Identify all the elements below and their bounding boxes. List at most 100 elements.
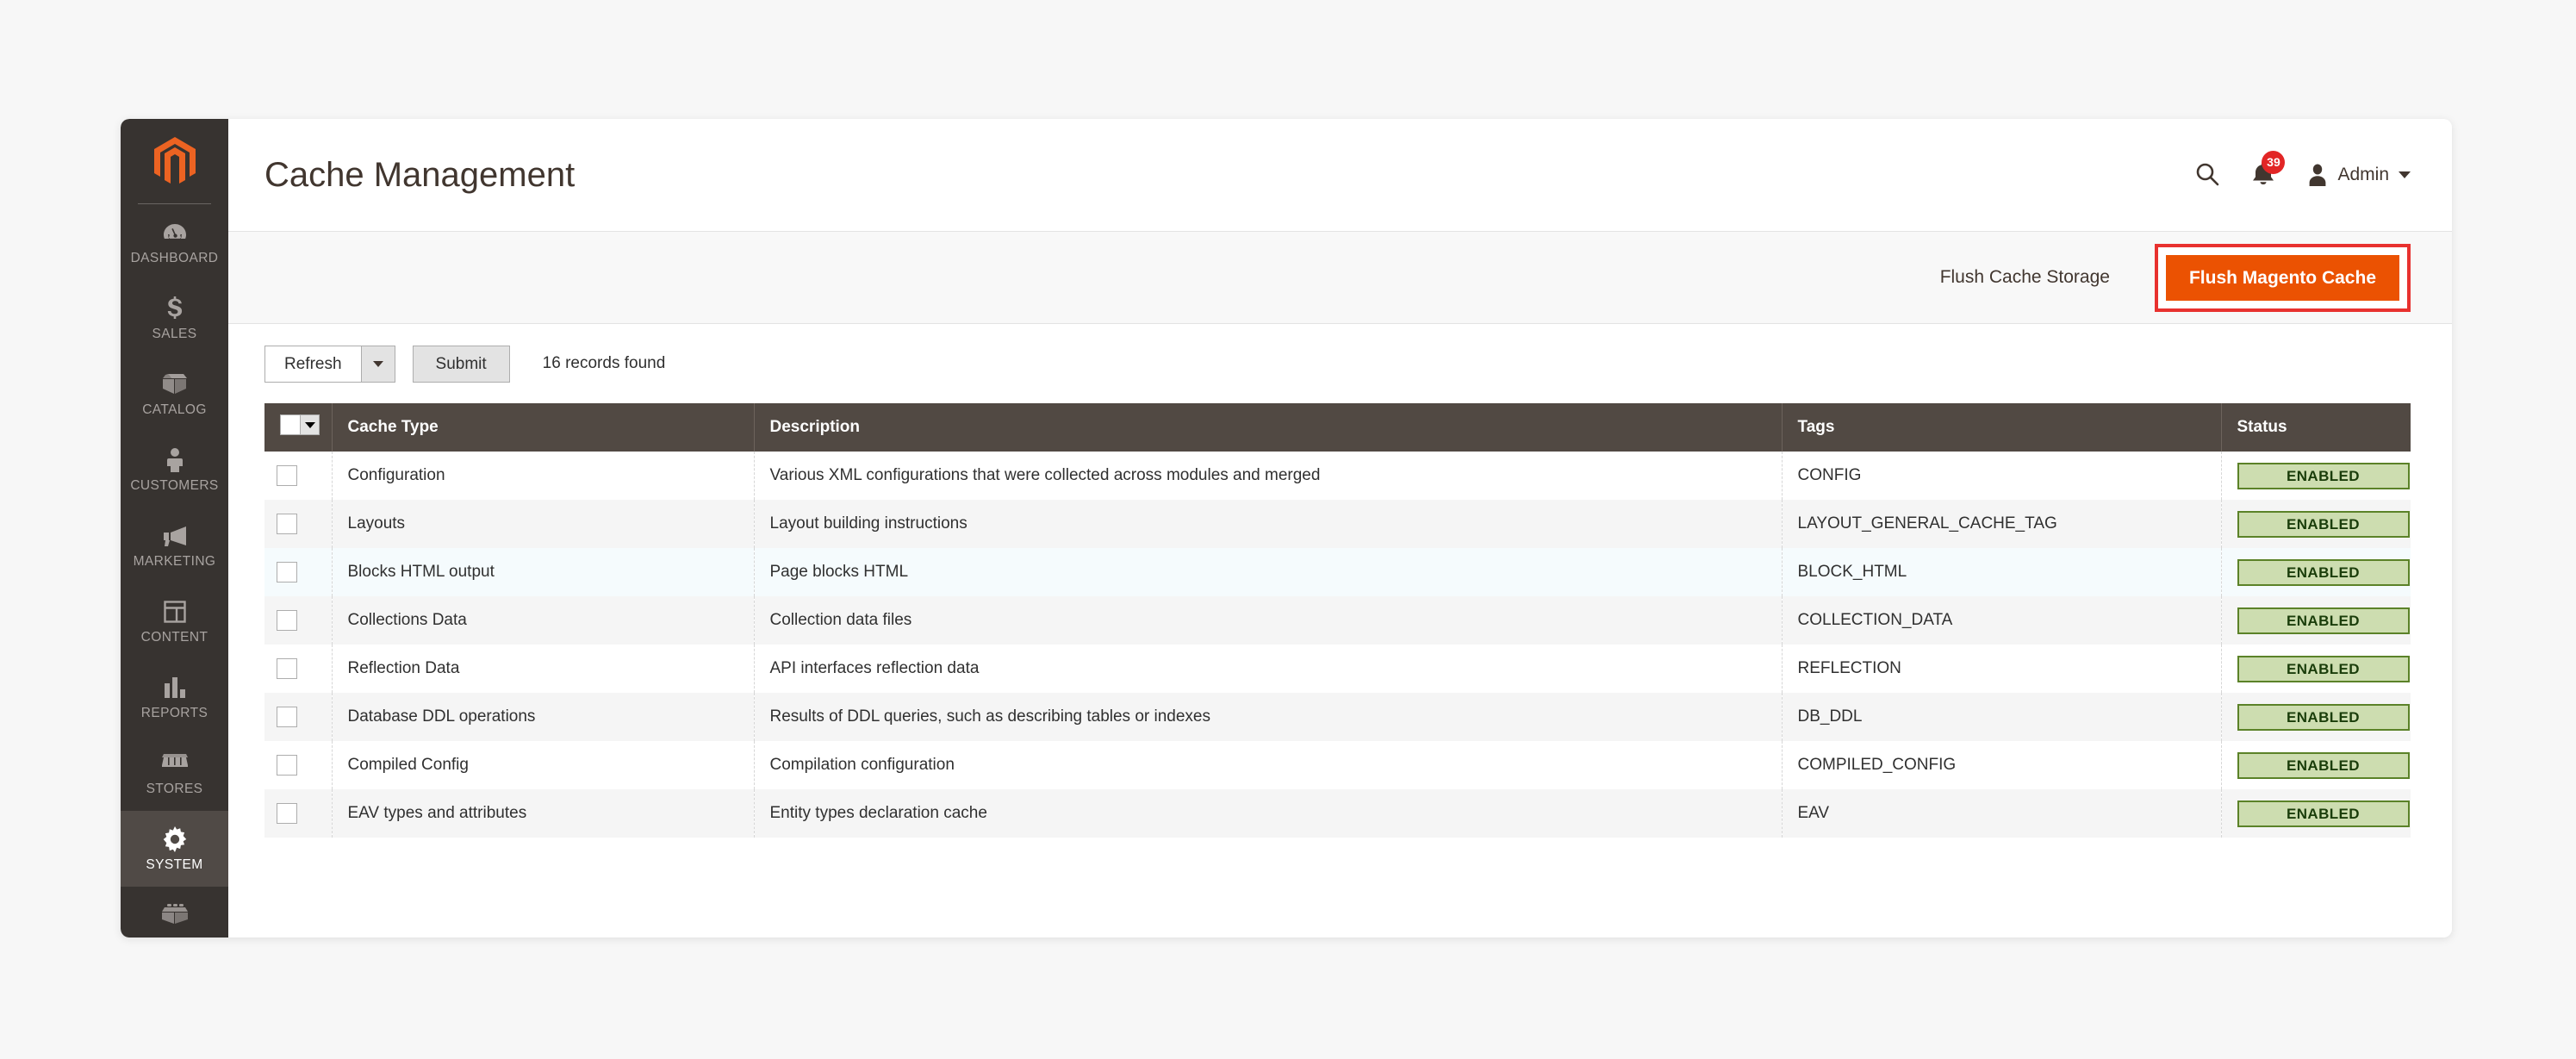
row-checkbox[interactable] <box>277 610 297 631</box>
person-icon <box>160 447 190 473</box>
table-row[interactable]: Collections Data Collection data files COL… <box>264 596 2411 645</box>
sidebar-item-stores[interactable]: STORES <box>121 735 228 811</box>
cell-tags: LAYOUT_GENERAL_CACHE_TAG <box>1782 500 2222 548</box>
cell-status: ENABLED <box>2221 741 2411 789</box>
cache-actions-bar: Flush Cache Storage Flush Magento Cache <box>228 231 2452 324</box>
page-header: Cache Management 39 Admin <box>228 119 2452 231</box>
select-all-checkbox-dropdown[interactable] <box>280 414 320 435</box>
admin-app-window: DASHBOARD SALES CATALOG CUSTOMERS MARKET… <box>121 119 2452 938</box>
sidebar-item-marketing[interactable]: MARKETING <box>121 508 228 583</box>
select-all-checkbox[interactable] <box>280 414 301 435</box>
mass-action-label[interactable]: Refresh <box>264 345 361 383</box>
cell-description: Various XML configurations that were col… <box>754 452 1783 500</box>
magento-logo[interactable] <box>121 119 228 203</box>
cell-tags: REFLECTION <box>1782 645 2222 693</box>
sidebar-item-dashboard[interactable]: DASHBOARD <box>121 204 228 280</box>
column-header-status[interactable]: Status <box>2221 403 2411 452</box>
notification-count-badge: 39 <box>2262 150 2286 174</box>
bar-chart-icon <box>160 675 190 701</box>
notifications-button[interactable]: 39 <box>2252 150 2286 189</box>
search-icon <box>2195 162 2219 189</box>
row-checkbox[interactable] <box>277 755 297 776</box>
cell-description: Compilation configuration <box>754 741 1783 789</box>
table-row[interactable]: Configuration Various XML configurations … <box>264 452 2411 500</box>
mass-action-select[interactable]: Refresh <box>264 345 395 383</box>
status-badge: ENABLED <box>2237 751 2410 779</box>
cell-cache-type: Configuration <box>332 452 755 500</box>
sidebar-item-system[interactable]: SYSTEM <box>121 811 228 887</box>
cell-status: ENABLED <box>2221 789 2411 838</box>
column-header-cache-type[interactable]: Cache Type <box>332 403 755 452</box>
gear-icon <box>160 825 190 852</box>
sidebar-item-label: CONTENT <box>140 629 208 645</box>
flush-magento-cache-button[interactable]: Flush Magento Cache <box>2165 254 2399 301</box>
row-checkbox-cell <box>264 452 333 500</box>
status-badge: ENABLED <box>2237 510 2410 538</box>
sidebar-item-label: CUSTOMERS <box>130 477 219 493</box>
cell-cache-type: Blocks HTML output <box>332 548 755 596</box>
cell-description: API interfaces reflection data <box>754 645 1783 693</box>
status-badge: ENABLED <box>2237 462 2410 489</box>
sidebar-item-label: CATALOG <box>142 402 207 417</box>
grid-header: Cache Type Description Tags Status <box>264 403 2411 452</box>
sidebar-item-catalog[interactable]: CATALOG <box>121 356 228 432</box>
table-row[interactable]: Compiled Config Compilation configuration… <box>264 741 2411 789</box>
sidebar-item-sales[interactable]: SALES <box>121 280 228 356</box>
row-checkbox-cell <box>264 741 333 789</box>
row-checkbox-cell <box>264 645 333 693</box>
cell-cache-type: Database DDL operations <box>332 693 755 741</box>
sidebar-item-label: DASHBOARD <box>130 250 219 265</box>
cell-status: ENABLED <box>2221 693 2411 741</box>
table-row[interactable]: EAV types and attributes Entity types dec… <box>264 789 2411 838</box>
cell-tags: COLLECTION_DATA <box>1782 596 2222 645</box>
highlight-annotation-box: Flush Magento Cache <box>2154 243 2411 312</box>
status-badge: ENABLED <box>2237 800 2410 827</box>
sidebar: DASHBOARD SALES CATALOG CUSTOMERS MARKET… <box>121 119 228 938</box>
table-row[interactable]: Database DDL operations Results of DDL qu… <box>264 693 2411 741</box>
row-checkbox[interactable] <box>277 707 297 727</box>
row-checkbox[interactable] <box>277 562 297 582</box>
sidebar-item-content[interactable]: CONTENT <box>121 583 228 659</box>
cell-description: Page blocks HTML <box>754 548 1783 596</box>
table-row[interactable]: Blocks HTML output Page blocks HTML BLOCK_… <box>264 548 2411 596</box>
mass-action-dropdown-toggle[interactable] <box>360 345 395 383</box>
chevron-down-icon <box>372 360 383 367</box>
cell-cache-type: Reflection Data <box>332 645 755 693</box>
cell-cache-type: Compiled Config <box>332 741 755 789</box>
cell-tags: BLOCK_HTML <box>1782 548 2222 596</box>
row-checkbox[interactable] <box>277 803 297 824</box>
user-avatar-icon <box>2307 164 2328 186</box>
flush-cache-storage-button[interactable]: Flush Cache Storage <box>1940 267 2110 288</box>
row-checkbox-cell <box>264 693 333 741</box>
sidebar-item-label: MARKETING <box>133 553 216 569</box>
status-badge: ENABLED <box>2237 558 2410 586</box>
megaphone-icon <box>160 523 190 549</box>
submit-button[interactable]: Submit <box>412 345 510 383</box>
sidebar-item-label: SALES <box>152 326 197 341</box>
select-all-dropdown-toggle[interactable] <box>301 414 320 435</box>
cell-description: Collection data files <box>754 596 1783 645</box>
sidebar-item-customers[interactable]: CUSTOMERS <box>121 432 228 508</box>
column-header-description[interactable]: Description <box>754 403 1783 452</box>
row-checkbox[interactable] <box>277 514 297 534</box>
admin-name-label: Admin <box>2337 165 2389 184</box>
sidebar-item-reports[interactable]: REPORTS <box>121 659 228 735</box>
storefront-icon <box>160 751 190 776</box>
layout-page-icon <box>160 599 190 625</box>
cell-status: ENABLED <box>2221 500 2411 548</box>
row-checkbox[interactable] <box>277 658 297 679</box>
row-checkbox[interactable] <box>277 465 297 486</box>
table-row[interactable]: Layouts Layout building instructions LAYOU… <box>264 500 2411 548</box>
cell-tags: EAV <box>1782 789 2222 838</box>
admin-account-menu[interactable]: Admin <box>2307 164 2411 186</box>
table-row[interactable]: Reflection Data API interfaces reflection… <box>264 645 2411 693</box>
grid-body: Configuration Various XML configurations … <box>264 452 2411 838</box>
search-button[interactable] <box>2195 162 2219 189</box>
sidebar-item-label: STORES <box>146 781 203 796</box>
cell-cache-type: Collections Data <box>332 596 755 645</box>
cell-tags: DB_DDL <box>1782 693 2222 741</box>
status-badge: ENABLED <box>2237 607 2410 634</box>
sidebar-item-extensions[interactable] <box>121 887 228 938</box>
cell-status: ENABLED <box>2221 548 2411 596</box>
column-header-tags[interactable]: Tags <box>1782 403 2222 452</box>
